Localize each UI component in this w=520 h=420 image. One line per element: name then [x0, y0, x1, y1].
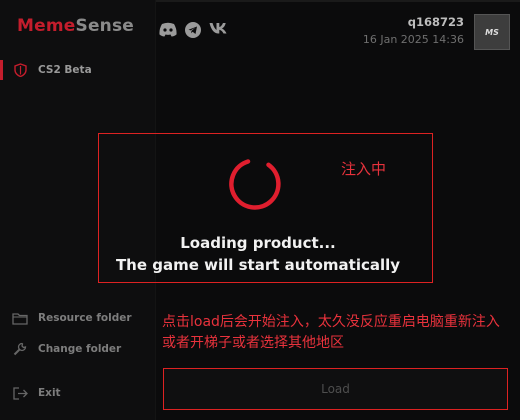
sidebar-item-exit[interactable]: Exit [0, 382, 155, 404]
avatar[interactable]: MS [474, 14, 510, 50]
wrench-icon [12, 341, 28, 357]
sidebar-item-change-folder[interactable]: Change folder [0, 338, 155, 360]
brand-part2: Sense [75, 16, 135, 36]
exit-icon [12, 385, 28, 401]
sidebar-item-cs2-beta[interactable]: CS2 Beta [0, 59, 155, 81]
loading-line2: The game will start automatically [115, 256, 401, 274]
shield-icon [12, 62, 28, 78]
sidebar-item-resource-folder[interactable]: Resource folder [0, 307, 155, 329]
load-button-label: Load [321, 382, 350, 396]
sidebar-item-label: Change folder [38, 343, 122, 355]
discord-icon[interactable] [158, 22, 178, 37]
injecting-annotation: 注入中 [341, 160, 387, 178]
instruction-annotation: 点击load后会开始注入，太久没反应重启电脑重新注入或者开梯子或者选择其他地区 [162, 314, 500, 351]
vk-icon[interactable] [209, 22, 229, 34]
folder-icon [12, 310, 28, 326]
loading-line1: Loading product... [180, 234, 336, 252]
loading-message: Loading product... The game will start a… [98, 232, 418, 276]
brand-logo: MemeSense [17, 16, 134, 36]
load-button[interactable]: Load [163, 368, 508, 410]
sidebar-item-label: Exit [38, 387, 61, 399]
username: q168723 [407, 15, 464, 29]
avatar-text: MS [485, 27, 499, 37]
brand-part1: Meme [17, 16, 76, 36]
sidebar-item-label: CS2 Beta [38, 64, 92, 76]
sidebar-item-label: Resource folder [38, 312, 132, 324]
datetime: 16 Jan 2025 14:36 [362, 33, 464, 46]
loading-spinner-icon [229, 159, 281, 210]
telegram-icon[interactable] [185, 22, 201, 38]
